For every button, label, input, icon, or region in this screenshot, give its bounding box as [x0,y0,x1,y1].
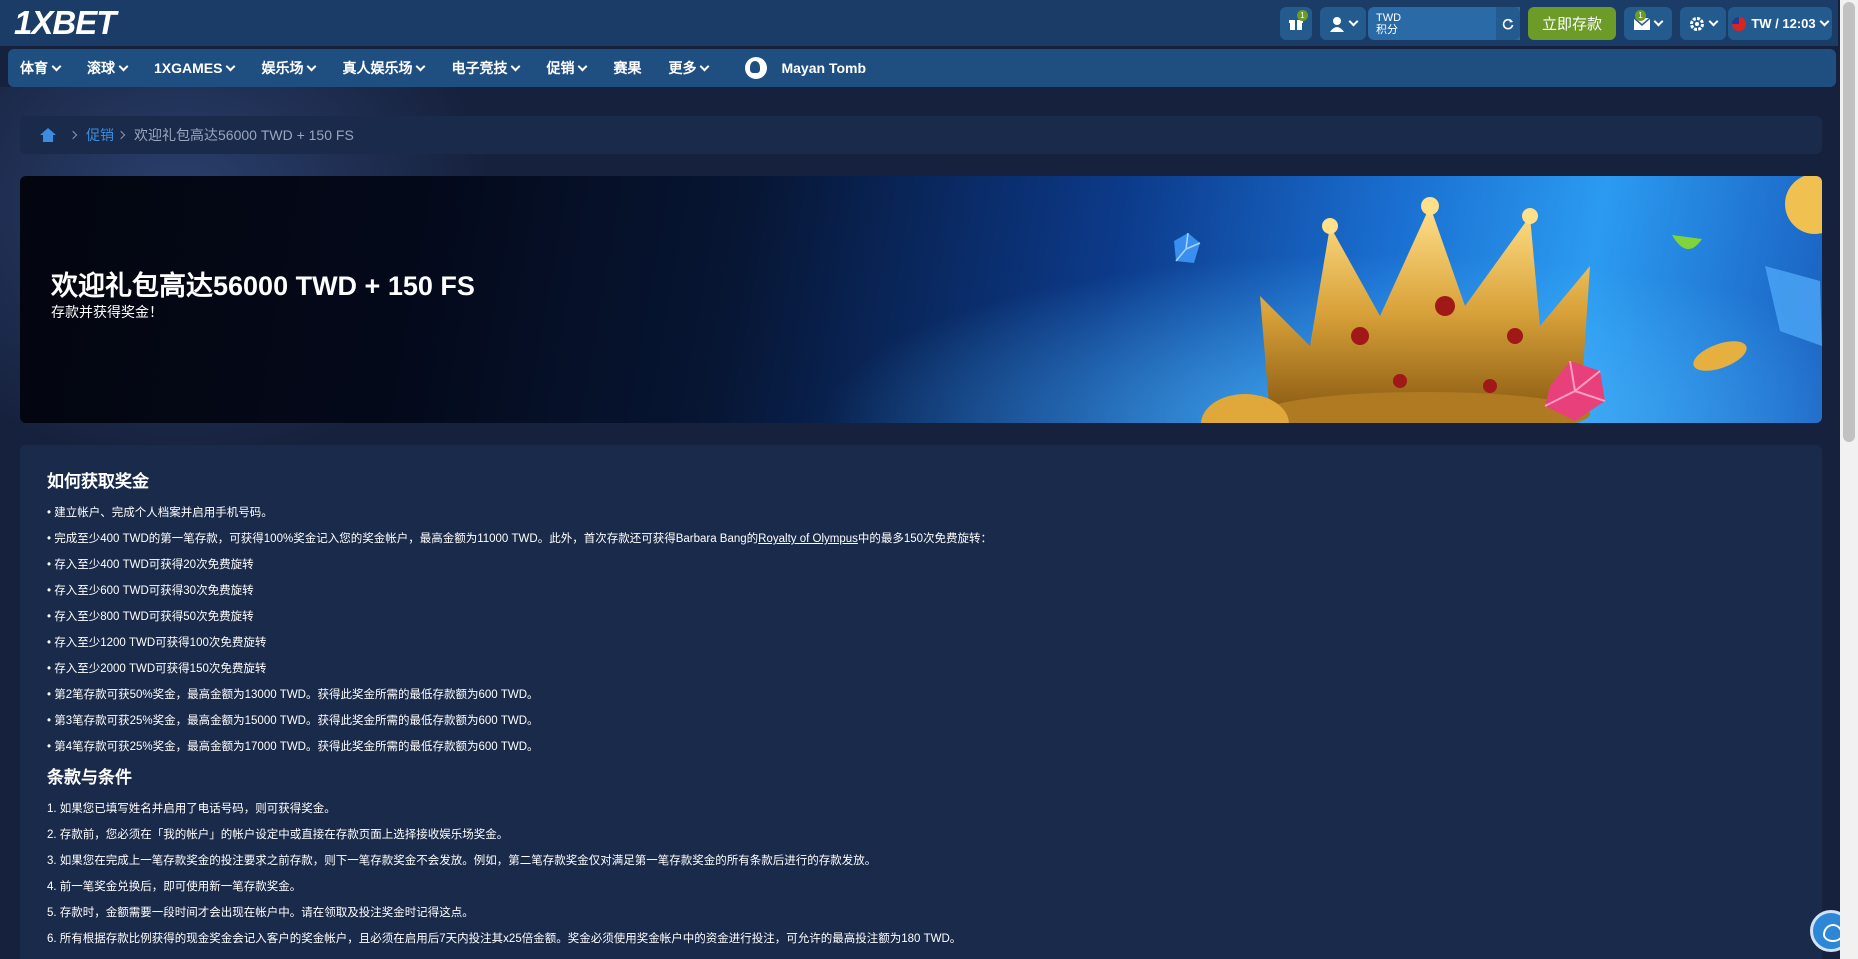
language-time-selector[interactable]: TW / 12:03 [1728,7,1832,40]
chevron-right-icon [116,130,126,140]
chevron-down-icon [416,61,426,71]
list-item: 6. 所有根据存款比例获得的现金奖金会记入客户的奖金帐户，且必须在启用后7天内投… [47,933,962,945]
list-item: 1. 如果您已填写姓名并启用了电话号码，则可获得奖金。 [47,803,336,815]
list-item: • 完成至少400 TWD的第一笔存款，可获得100%奖金记入您的奖金帐户，最高… [47,533,993,545]
breadcrumb-link-promotions[interactable]: 促销 [86,125,114,145]
royalty-of-olympus-link[interactable]: Royalty of Olympus [758,533,858,545]
mail-badge: 1 [1635,10,1646,21]
gold-coin-image [1201,394,1289,423]
banner-title: 欢迎礼包高达56000 TWD + 150 FS [51,271,475,301]
nav-item-more[interactable]: 更多 [668,58,710,78]
list-item: • 存入至少600 TWD可获得30次免费旋转 [47,585,254,597]
list-item: 2. 存款前，您必须在「我的帐户」的帐户设定中或直接在存款页面上选择接收娱乐场奖… [47,829,509,841]
blue-gem-image [1765,266,1822,346]
chevron-down-icon [1348,16,1359,27]
banner-subtitle: 存款并获得奖金！ [51,304,163,320]
nav-item-esports[interactable]: 电子竞技 [451,58,521,78]
nav-item-live[interactable]: 滚球 [87,58,129,78]
list-item: 5. 存款时，金额需要一段时间才会出现在帐户中。请在领取及投注奖金时记得这点。 [47,907,474,919]
gold-coin-image [1785,176,1822,234]
deposit-button[interactable]: 立即存款 [1528,7,1616,40]
logo[interactable]: 1XBET [14,5,116,41]
balance-currency: TWD [1376,11,1402,24]
promo-details: 如何获取奖金 • 建立帐户、完成个人档案并启用手机号码。 • 完成至少400 T… [20,445,1822,959]
chevron-down-icon [307,61,317,71]
chevron-down-icon [1819,16,1830,27]
blue-gem-image [1174,232,1201,263]
top-header: 1XBET 1 TWD 积分 0 0 立即存款 1 TW / 12:03 [0,0,1838,46]
list-item: • 第3笔存款可获25%奖金，最高金额为15000 TWD。获得此奖金所需的最低… [47,715,539,727]
chevron-down-icon [1708,16,1719,27]
nav-item-sports[interactable]: 体育 [20,58,62,78]
pink-gem-image [1544,360,1606,421]
list-item: • 存入至少2000 TWD可获得150次免费旋转 [47,663,267,675]
list-item: • 第2笔存款可获50%奖金，最高金额为13000 TWD。获得此奖金所需的最低… [47,689,539,701]
list-item: 4. 前一笔奖金兑换后，即可使用新一笔存款奖金。 [47,881,302,893]
list-item: • 第4笔存款可获25%奖金，最高金额为17000 TWD。获得此奖金所需的最低… [47,741,539,753]
list-item: • 存入至少1200 TWD可获得100次免费旋转 [47,637,267,649]
user-menu-button[interactable] [1320,7,1366,40]
gift-badge: 1 [1297,10,1308,21]
home-icon[interactable] [40,128,56,142]
nav-item-1xgames[interactable]: 1XGAMES [154,60,236,76]
user-icon [1330,16,1344,32]
chevron-down-icon [118,61,129,71]
chevron-down-icon [700,61,710,71]
breadcrumb-current: 欢迎礼包高达56000 TWD + 150 FS [134,127,354,143]
chevron-down-icon [1653,16,1664,27]
nav-item-promotions[interactable]: 促销 [546,58,588,78]
promo-banner: 欢迎礼包高达56000 TWD + 150 FS 存款并获得奖金！ [20,176,1822,423]
lang-time-label: TW / 12:03 [1751,16,1816,31]
chevron-down-icon [226,61,236,71]
gift-button[interactable]: 1 [1280,7,1312,40]
nav-item-casino[interactable]: 娱乐场 [261,58,317,78]
main-nav: 体育 滚球 1XGAMES 娱乐场 真人娱乐场 电子竞技 促销 赛果 更多 Ma… [8,49,1836,87]
chevron-down-icon [578,61,588,71]
gear-icon [1690,16,1704,31]
terms-title: 条款与条件 [47,768,132,787]
chevron-down-icon [511,61,521,71]
list-item: • 存入至少400 TWD可获得20次免费旋转 [47,559,254,571]
nav-featured-game[interactable]: Mayan Tomb [745,57,866,79]
chevron-down-icon [51,61,62,71]
breadcrumb: 促销 欢迎礼包高达56000 TWD + 150 FS [20,116,1822,154]
points-label: 积分 [1376,23,1398,36]
nav-item-live-casino[interactable]: 真人娱乐场 [342,58,426,78]
chevron-right-icon [68,130,78,140]
refresh-icon [1502,18,1514,29]
lime-image [1672,235,1702,250]
list-item: • 建立帐户、完成个人档案并启用手机号码。 [47,507,273,519]
list-item: 3. 如果您在完成上一笔存款奖金的投注要求之前存款，则下一笔存款奖金不会发放。例… [47,855,877,867]
settings-button[interactable] [1680,7,1726,40]
refresh-balance-button[interactable] [1496,7,1520,40]
mayan-tomb-icon [745,57,768,79]
list-item: • 存入至少800 TWD可获得50次免费旋转 [47,611,254,623]
how-to-title: 如何获取奖金 [47,472,149,491]
scrollbar-thumb[interactable] [1843,2,1855,442]
flag-icon [1732,16,1747,31]
gold-coin-image [1693,341,1747,371]
featured-game-label: Mayan Tomb [781,60,866,76]
nav-item-results[interactable]: 赛果 [613,58,641,78]
messages-button[interactable]: 1 [1624,7,1672,40]
